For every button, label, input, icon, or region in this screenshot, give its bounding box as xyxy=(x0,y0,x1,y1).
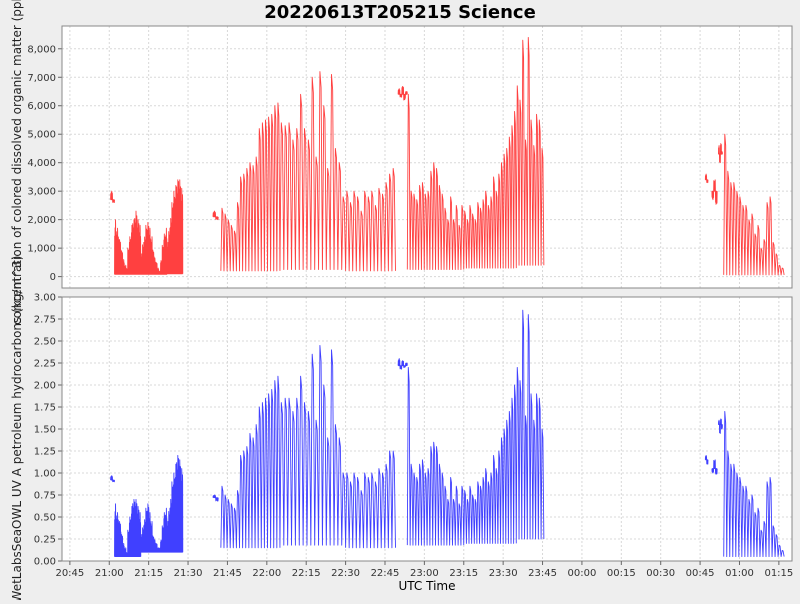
x-tick-label: 22:15 xyxy=(292,568,321,579)
x-tick-label: 21:00 xyxy=(95,568,124,579)
x-tick-label: 00:15 xyxy=(607,568,636,579)
y-tick-label: 2.50 xyxy=(34,337,56,348)
y-tick-label: 5,000 xyxy=(27,130,56,141)
y-tick-label: 4,000 xyxy=(27,158,56,169)
chart-title: 20220613T205215 Science xyxy=(264,2,536,23)
y-tick-label: 0.25 xyxy=(34,535,56,546)
x-tick-label: 21:45 xyxy=(213,568,242,579)
x-tick-label: 22:30 xyxy=(331,568,360,579)
y-tick-label: 7,000 xyxy=(27,73,56,84)
x-tick-label: 23:45 xyxy=(528,568,557,579)
x-tick-label: 01:00 xyxy=(725,568,754,579)
x-tick-label: 21:15 xyxy=(134,568,163,579)
y-tick-label: 1.50 xyxy=(34,425,56,436)
y-tick-label: 2.00 xyxy=(34,381,56,392)
x-tick-label: 23:00 xyxy=(410,568,439,579)
x-tick-label: 00:30 xyxy=(646,568,675,579)
y-tick-label: 2,000 xyxy=(27,215,56,226)
y-axis-label: WetLabsSeaOWL UV A petroleum hydrocarbon… xyxy=(10,256,24,600)
x-tick-label: 23:30 xyxy=(489,568,518,579)
x-tick-label: 22:45 xyxy=(371,568,400,579)
chart-canvas: 20220613T205215 Science 0 1,000 2,000 3,000… xyxy=(0,0,800,603)
y-tick-label: 2.25 xyxy=(34,359,56,370)
chart-figure: 20220613T205215 Science 0 1,000 2,000 3,000… xyxy=(0,0,800,603)
petroleum-panel: 0.00 0.25 0.50 0.75 1.00 1.25 1.50 1.75 2.00 2.25… xyxy=(10,256,793,603)
x-tick-label: 22:00 xyxy=(252,568,281,579)
y-tick-label: 2.75 xyxy=(34,315,56,326)
x-tick-label: 01:15 xyxy=(764,568,793,579)
y-tick-label: 3.00 xyxy=(34,293,56,304)
x-tick-label: 20:45 xyxy=(55,568,84,579)
y-tick-label: 1.25 xyxy=(34,447,56,458)
x-axis-label: UTC Time xyxy=(399,579,456,593)
y-tick-label: 1.75 xyxy=(34,403,56,414)
x-tick-label: 00:45 xyxy=(686,568,715,579)
x-tick-label: 00:00 xyxy=(568,568,597,579)
y-tick-label: 8,000 xyxy=(27,44,56,55)
y-tick-label: 0.00 xyxy=(34,557,56,568)
y-tick-label: 1,000 xyxy=(27,244,56,255)
y-tick-label: 0 xyxy=(50,272,56,283)
cdom-panel: 0 1,000 2,000 3,000 4,000 5,000 6,000 7,000 8,00… xyxy=(10,0,793,325)
x-tick-label: 23:15 xyxy=(449,568,478,579)
y-tick-label: 6,000 xyxy=(27,101,56,112)
y-tick-label: 0.75 xyxy=(34,491,56,502)
y-tick-label: 3,000 xyxy=(27,187,56,198)
y-tick-label: 0.50 xyxy=(34,513,56,524)
x-tick-label: 21:30 xyxy=(174,568,203,579)
y-tick-label: 1.00 xyxy=(34,469,56,480)
